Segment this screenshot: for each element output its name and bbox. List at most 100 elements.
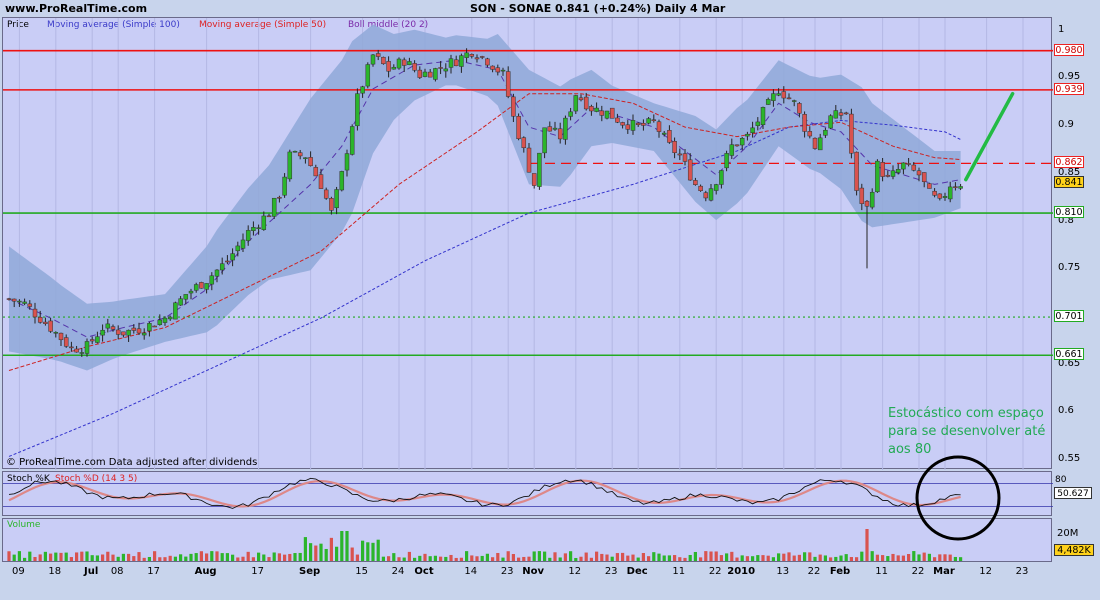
- x-tick-label: 15: [355, 566, 368, 577]
- candle-body: [947, 186, 953, 200]
- volume-bar: [829, 557, 833, 561]
- x-tick-label: 24: [391, 566, 405, 577]
- volume-bar: [506, 551, 510, 561]
- candle-body: [386, 61, 391, 72]
- candle-body: [453, 59, 459, 67]
- candle-body: [693, 180, 698, 185]
- volume-bar: [194, 553, 198, 561]
- candle-body: [864, 200, 870, 207]
- volume-bar: [361, 540, 365, 561]
- candle-body: [677, 153, 683, 156]
- volume-bar: [912, 551, 916, 561]
- volume-bar: [205, 553, 209, 561]
- candle-body: [646, 118, 651, 124]
- candle-body: [843, 112, 849, 115]
- volume-bar: [584, 552, 588, 561]
- candle-body: [230, 253, 235, 261]
- volume-bar: [532, 551, 536, 561]
- volume-bar: [137, 552, 141, 561]
- volume-bar: [366, 542, 370, 561]
- candle-body: [542, 127, 547, 154]
- volume-bar: [907, 554, 911, 561]
- candle: [875, 159, 880, 193]
- volume-bar: [303, 537, 307, 561]
- volume-bar: [277, 553, 281, 561]
- candle-body: [349, 126, 355, 155]
- volume-bar: [168, 555, 172, 561]
- volume-bar: [626, 555, 630, 561]
- volume-bar: [23, 557, 27, 561]
- volume-bar: [38, 554, 42, 561]
- volume-bar: [459, 557, 463, 561]
- volume-bar: [558, 557, 562, 561]
- volume-bar: [959, 557, 963, 561]
- candle-body: [615, 117, 620, 123]
- x-tick-label: Dec: [626, 566, 648, 577]
- stoch-d-line: [8, 479, 961, 508]
- volume-bar: [953, 556, 957, 561]
- candle-body: [391, 66, 397, 70]
- price-label-box: 0.841: [1054, 176, 1084, 189]
- stochastic-panel[interactable]: Stoch %K Stoch %D (14 3 5): [2, 471, 1053, 516]
- candle-body: [667, 130, 672, 143]
- candle-body: [932, 190, 937, 196]
- chart-title: SON - SONAE 0.841 (+0.24%) Daily 4 Mar: [470, 2, 726, 15]
- candle-body: [375, 53, 381, 57]
- candle: [609, 107, 615, 119]
- price-label-box: 0.980: [1054, 43, 1084, 56]
- volume-bar: [600, 553, 604, 561]
- volume-bar: [548, 557, 552, 561]
- x-tick-label: 2010: [727, 566, 756, 577]
- candle-body: [890, 170, 896, 177]
- candle-body: [589, 106, 594, 112]
- volume-bar: [782, 553, 786, 561]
- candle-body: [63, 337, 69, 347]
- candle-body: [661, 132, 667, 135]
- x-tick-label: Nov: [522, 566, 545, 577]
- x-tick-label: 17: [147, 566, 160, 577]
- volume-bar: [101, 554, 105, 561]
- candle-body: [641, 123, 646, 126]
- site-name[interactable]: www.ProRealTime.com: [5, 2, 147, 15]
- volume-bar: [901, 555, 905, 561]
- volume-bar: [335, 546, 339, 561]
- volume-bar: [865, 529, 869, 561]
- volume-bar: [662, 555, 666, 561]
- volume-bar: [641, 553, 645, 561]
- volume-bar: [376, 539, 380, 561]
- volume-bar: [803, 552, 807, 561]
- volume-panel[interactable]: Volume: [2, 518, 1052, 562]
- volume-bar: [387, 556, 391, 561]
- volume-bar: [704, 551, 708, 561]
- volume-bar: [797, 554, 801, 561]
- candle-body: [282, 176, 287, 196]
- volume-bar: [267, 557, 271, 561]
- volume-bar: [470, 555, 474, 561]
- volume-bar: [943, 554, 947, 561]
- volume-bar: [12, 554, 16, 561]
- candle-body: [760, 107, 766, 126]
- candle-body: [422, 71, 428, 77]
- candle-body: [474, 57, 480, 60]
- volume-bar: [683, 557, 687, 561]
- candle-body: [115, 329, 121, 335]
- candle-body: [360, 86, 365, 94]
- candle-body: [921, 172, 927, 182]
- candle-body: [859, 187, 865, 204]
- candle-body: [734, 144, 740, 147]
- y-tick-label: 0.95: [1058, 71, 1081, 83]
- candle: [516, 113, 521, 141]
- candle-body: [303, 157, 308, 159]
- candle-body: [703, 192, 709, 199]
- volume-bar: [491, 557, 495, 561]
- price-label-box: 0.661: [1054, 348, 1084, 361]
- volume-bar: [553, 552, 557, 561]
- price-panel[interactable]: Price Moving average (Simple 100) Moving…: [2, 17, 1053, 470]
- candle-body: [74, 348, 79, 353]
- candle-body: [209, 275, 215, 285]
- candle-body: [329, 198, 334, 211]
- x-tick-label: Aug: [194, 566, 217, 577]
- candle-body: [147, 323, 152, 332]
- price-label-box: 0.810: [1054, 206, 1084, 219]
- volume-bar: [298, 552, 302, 561]
